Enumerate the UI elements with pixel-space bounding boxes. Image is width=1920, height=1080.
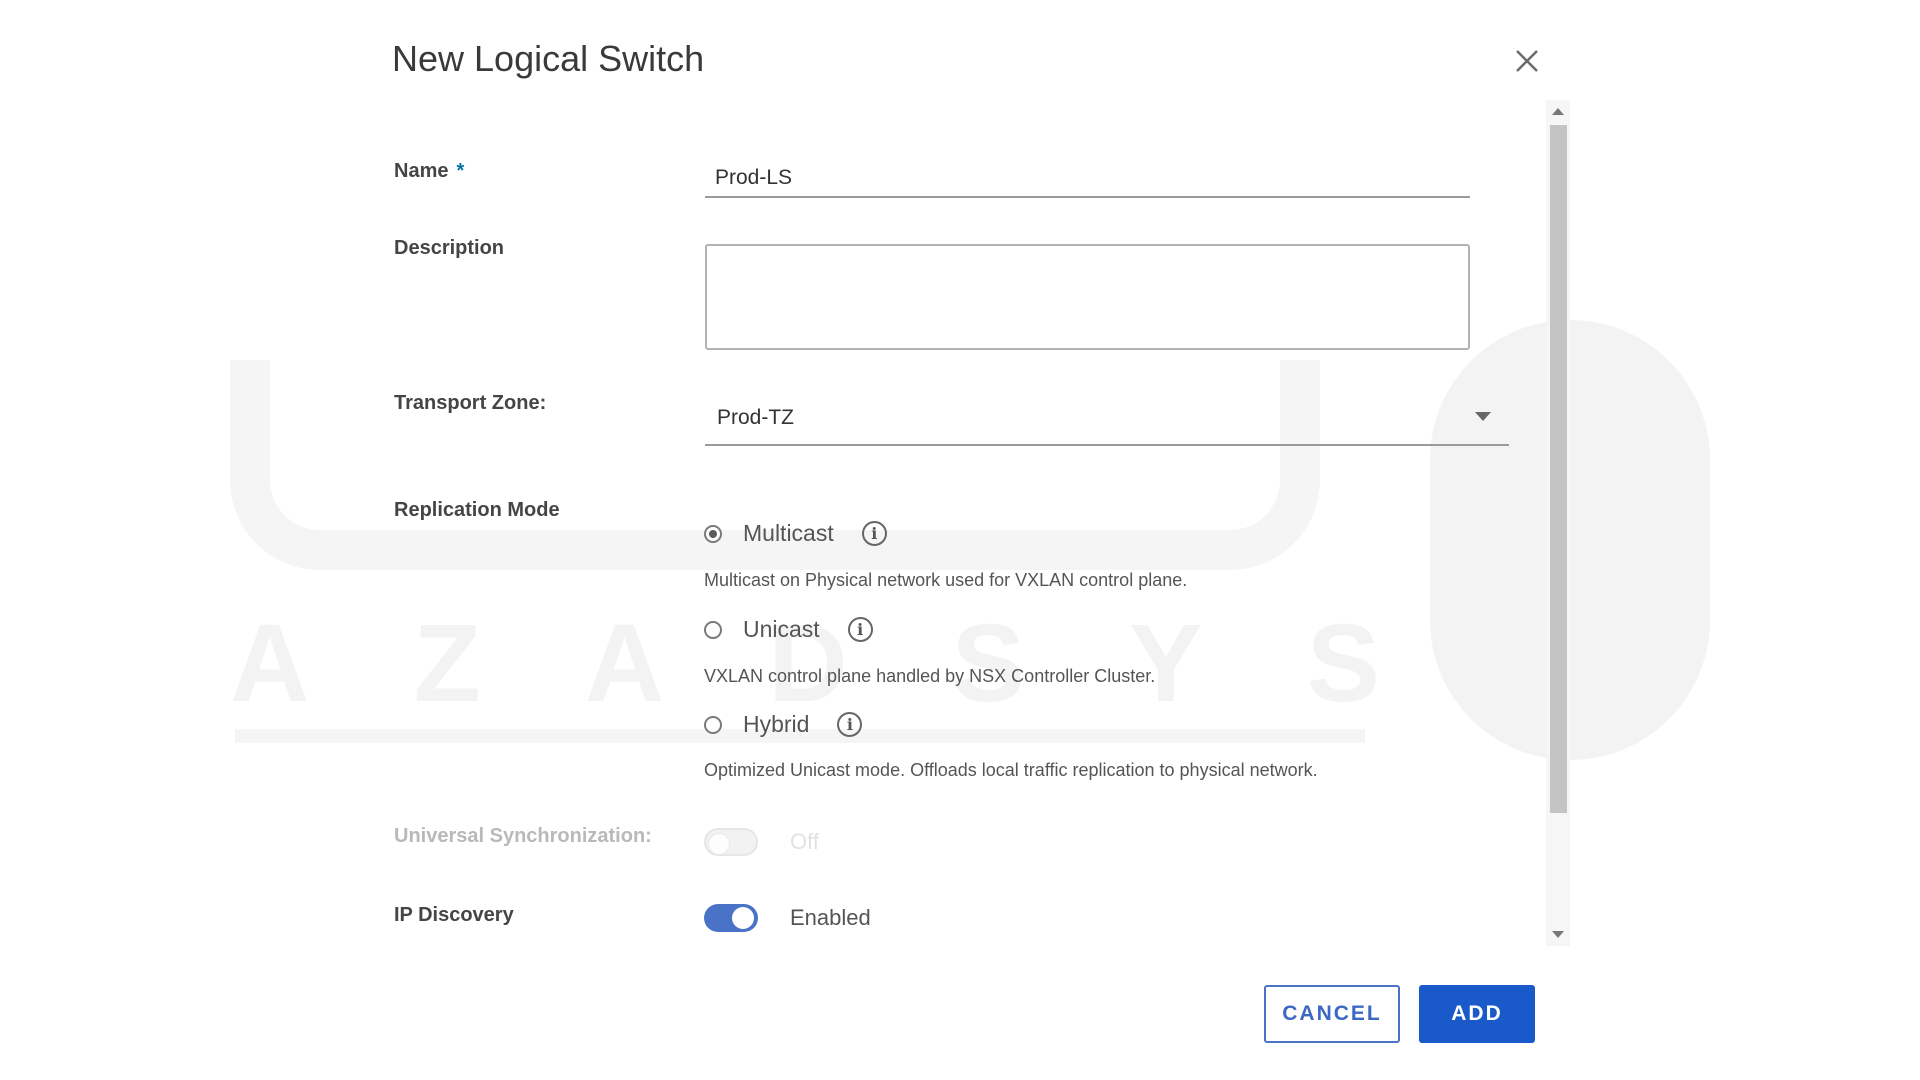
scroll-up-arrow-icon[interactable] [1552,108,1564,115]
radio-button-checked[interactable] [704,524,722,543]
description-label: Description [394,237,505,259]
add-button[interactable]: ADD [1419,985,1535,1043]
radio-multicast[interactable]: Multicast i [704,520,887,547]
radio-label-unicast: Unicast [743,616,820,642]
watermark-letter: S [1306,602,1380,725]
toggle-knob [708,833,730,855]
cancel-button[interactable]: CANCEL [1264,985,1400,1043]
close-icon [1516,50,1538,72]
info-icon[interactable]: i [837,712,863,737]
chevron-down-icon [1475,412,1491,421]
radio-button[interactable] [704,715,722,734]
radio-label-hybrid: Hybrid [743,711,810,737]
radio-button[interactable] [704,620,722,639]
toggle-knob [732,907,754,929]
replication-mode-label: Replication Mode [394,499,560,521]
info-icon[interactable]: i [861,521,887,546]
multicast-description: Multicast on Physical network used for V… [704,570,1188,590]
radio-unicast[interactable]: Unicast i [704,616,873,643]
dialog-title: New Logical Switch [392,38,705,79]
name-label-text: Name [394,160,449,182]
watermark-letter: A [584,602,665,725]
scrollbar[interactable] [1546,100,1570,946]
ip-discovery-label: IP Discovery [394,904,514,926]
description-textarea[interactable] [705,244,1470,350]
info-icon[interactable]: i [847,617,873,642]
required-marker: * [456,160,465,182]
close-button[interactable] [1510,44,1544,78]
transport-zone-select[interactable]: Prod-TZ [705,398,1509,446]
universal-sync-label: Universal Synchronization: [394,825,652,847]
watermark-letter: S [951,602,1026,725]
radio-hybrid[interactable]: Hybrid i [704,711,863,738]
name-input[interactable] [705,160,1470,198]
unicast-description: VXLAN control plane handled by NSX Contr… [704,666,1156,686]
watermark-letter: A [230,602,310,725]
transport-zone-label: Transport Zone: [394,392,547,414]
scroll-down-arrow-icon[interactable] [1552,931,1564,938]
hybrid-description: Optimized Unicast mode. Offloads local t… [704,760,1318,780]
ip-discovery-state: Enabled [790,905,871,930]
watermark-letter: Z [413,602,481,725]
watermark-logo-circle [1430,320,1710,760]
transport-zone-value: Prod-TZ [717,406,795,429]
watermark-letter: Y [1129,602,1203,725]
ip-discovery-toggle[interactable] [704,904,758,932]
radio-label-multicast: Multicast [743,520,834,546]
name-label: Name * [394,160,464,183]
universal-sync-state: Off [790,829,819,854]
universal-sync-toggle[interactable] [704,828,758,856]
scrollbar-thumb[interactable] [1550,125,1567,813]
